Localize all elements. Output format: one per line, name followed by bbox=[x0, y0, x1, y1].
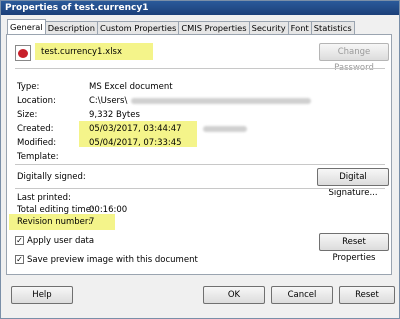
excel-file-icon bbox=[15, 45, 31, 61]
created-redaction bbox=[203, 126, 247, 132]
total-editing-time-value: 00:16:00 bbox=[89, 205, 128, 215]
tab-cmis-properties[interactable]: CMIS Properties bbox=[178, 21, 250, 34]
save-preview-checkbox[interactable]: ✓ bbox=[15, 255, 24, 264]
tab-bar: General Description Custom Properties CM… bbox=[7, 19, 355, 35]
revision-number-label: Revision number: bbox=[17, 217, 92, 227]
tab-statistics[interactable]: Statistics bbox=[310, 21, 355, 34]
separator bbox=[15, 164, 385, 165]
tab-custom-properties[interactable]: Custom Properties bbox=[96, 21, 180, 34]
size-label: Size: bbox=[17, 110, 38, 120]
last-printed-label: Last printed: bbox=[17, 193, 71, 203]
save-preview-label[interactable]: Save preview image with this document bbox=[27, 255, 198, 265]
apply-user-data-checkbox[interactable]: ✓ bbox=[15, 236, 24, 245]
separator bbox=[15, 188, 385, 189]
type-value: MS Excel document bbox=[89, 82, 173, 92]
digital-signature-button[interactable]: Digital Signature... bbox=[317, 168, 389, 198]
file-name: test.currency1.xlsx bbox=[41, 47, 123, 57]
tab-description[interactable]: Description bbox=[44, 21, 98, 34]
reset-button[interactable]: Reset bbox=[339, 286, 395, 304]
size-value: 9,332 Bytes bbox=[89, 110, 140, 120]
revision-number-value: 7 bbox=[89, 217, 95, 227]
total-editing-time-label: Total editing time: bbox=[17, 205, 94, 215]
location-label: Location: bbox=[17, 96, 56, 106]
help-button[interactable]: Help bbox=[11, 286, 73, 304]
properties-dialog: Properties of test.currency1 General Des… bbox=[0, 0, 400, 319]
created-value: 05/03/2017, 03:44:47 bbox=[89, 124, 182, 134]
digitally-signed-label: Digitally signed: bbox=[17, 172, 86, 182]
template-label: Template: bbox=[17, 152, 59, 162]
location-value: C:\Users\ bbox=[89, 96, 128, 106]
cancel-button[interactable]: Cancel bbox=[271, 286, 333, 304]
modified-value: 05/04/2017, 07:33:45 bbox=[89, 138, 182, 148]
separator bbox=[15, 68, 385, 69]
type-label: Type: bbox=[17, 82, 40, 92]
tab-security[interactable]: Security bbox=[248, 21, 289, 34]
reset-properties-button[interactable]: Reset Properties bbox=[319, 233, 389, 263]
dialog-title: Properties of test.currency1 bbox=[1, 1, 399, 15]
location-redaction bbox=[131, 98, 311, 104]
general-panel: test.currency1.xlsx Change Password Type… bbox=[6, 34, 392, 275]
change-password-button[interactable]: Change Password bbox=[319, 43, 389, 73]
tab-font[interactable]: Font bbox=[287, 21, 312, 34]
tab-general[interactable]: General bbox=[7, 19, 46, 34]
modified-label: Modified: bbox=[17, 138, 57, 148]
apply-user-data-label[interactable]: Apply user data bbox=[27, 236, 94, 246]
ok-button[interactable]: OK bbox=[203, 286, 265, 304]
created-label: Created: bbox=[17, 124, 54, 134]
